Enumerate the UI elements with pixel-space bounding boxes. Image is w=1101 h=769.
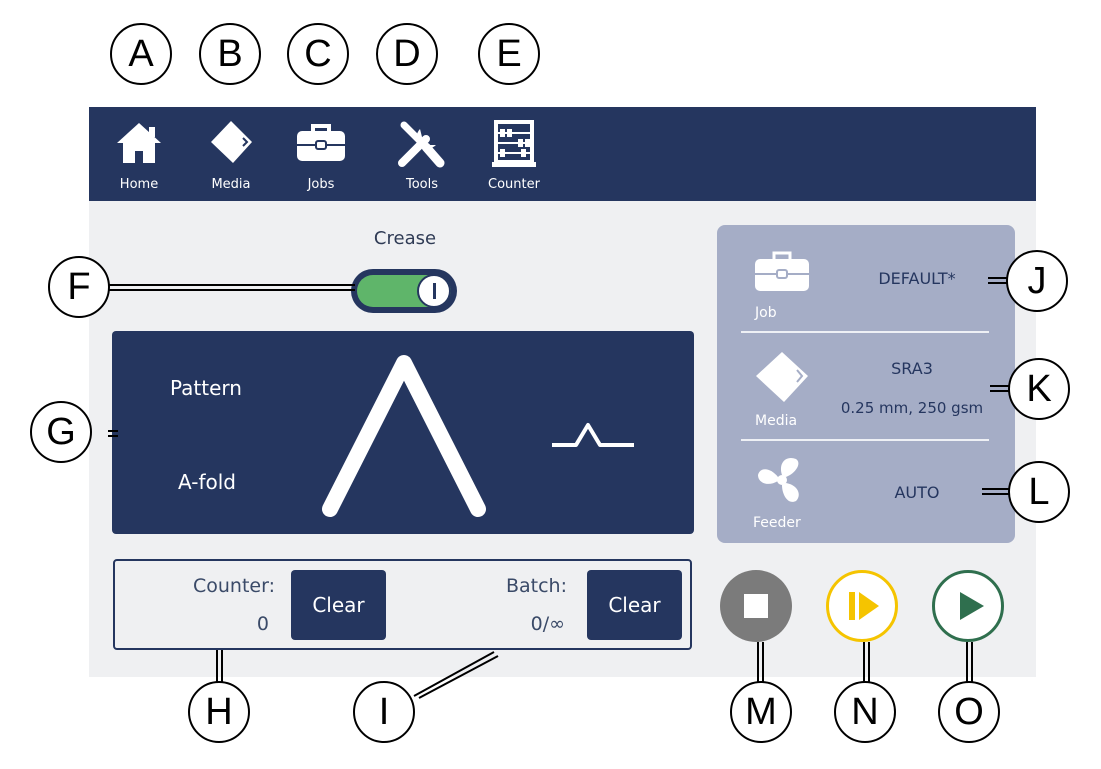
nav-jobs-label: Jobs [307, 177, 335, 192]
leader-h2 [221, 650, 223, 685]
leader-g [108, 430, 118, 432]
leader-j [988, 277, 1008, 279]
leader-l [982, 488, 1010, 490]
callout-f: F [48, 256, 110, 318]
feeder-row[interactable]: Feeder AUTO [717, 441, 1015, 543]
tools-icon [398, 121, 445, 168]
callout-k: K [1008, 358, 1070, 420]
feeder-label: Feeder [753, 515, 801, 531]
callout-a: A [110, 23, 172, 85]
callout-j: J [1006, 250, 1068, 312]
top-nav-bar: Home Media Jobs Tools Counter [89, 107, 1036, 201]
fan-icon [758, 457, 799, 502]
nav-tools[interactable]: Tools [382, 107, 462, 201]
counter-panel: Counter: 0 Clear Batch: 0/∞ Clear [113, 559, 692, 650]
home-icon [117, 123, 161, 163]
leader-n [863, 642, 865, 686]
counter-label: Counter: [193, 575, 275, 597]
leader-l2 [982, 493, 1010, 495]
leader-j2 [988, 282, 1008, 284]
leader-o2 [971, 642, 973, 686]
callout-b: B [199, 23, 261, 85]
nav-jobs[interactable]: Jobs [281, 107, 361, 201]
info-panel: Job DEFAULT* Media SRA3 0.25 mm, 250 gsm… [717, 225, 1015, 543]
callout-c: C [287, 23, 349, 85]
job-row[interactable]: Job DEFAULT* [717, 225, 1015, 331]
media-icon [211, 121, 252, 163]
batch-clear-button[interactable]: Clear [587, 570, 682, 640]
nav-media[interactable]: Media [191, 107, 271, 201]
leader-k [990, 385, 1010, 387]
crease-profile-icon [552, 423, 634, 447]
leader-k2 [990, 390, 1010, 392]
batch-value: 0/∞ [530, 613, 565, 635]
media-name: SRA3 [891, 359, 933, 378]
leader-h [216, 650, 218, 685]
briefcase-icon [755, 251, 809, 291]
leader-n2 [868, 642, 870, 686]
step-icon [849, 592, 879, 620]
briefcase-icon [297, 124, 345, 161]
leader-g2 [108, 435, 118, 437]
leader-f [108, 284, 355, 286]
nav-home-label: Home [119, 177, 159, 192]
stop-button[interactable] [720, 570, 792, 642]
leader-m [757, 642, 759, 686]
job-label: Job [755, 305, 777, 321]
play-icon [960, 592, 984, 620]
crease-toggle[interactable] [351, 269, 457, 313]
callout-o: O [938, 681, 1000, 743]
leader-i [413, 651, 499, 699]
pattern-value: A-fold [178, 470, 236, 494]
leader-m2 [762, 642, 764, 686]
callout-d: D [376, 23, 438, 85]
nav-counter-label: Counter [488, 177, 540, 192]
media-detail: 0.25 mm, 250 gsm [840, 399, 984, 417]
callout-i: I [353, 681, 415, 743]
play-button[interactable] [932, 570, 1004, 642]
callout-g: G [30, 401, 92, 463]
step-button[interactable] [826, 570, 898, 642]
nav-tools-label: Tools [405, 177, 439, 192]
stop-icon [744, 594, 768, 618]
feeder-value: AUTO [894, 483, 940, 502]
crease-toggle-knob [417, 274, 451, 308]
pattern-label: Pattern [170, 376, 242, 400]
callout-l: L [1008, 461, 1070, 523]
nav-home[interactable]: Home [99, 107, 179, 201]
counter-clear-button[interactable]: Clear [291, 570, 386, 640]
pattern-selector[interactable]: Pattern A-fold [112, 331, 694, 534]
callout-h: H [188, 681, 250, 743]
nav-counter[interactable]: Counter [474, 107, 554, 201]
job-value: DEFAULT* [878, 269, 956, 288]
media-row[interactable]: Media SRA3 0.25 mm, 250 gsm [717, 333, 1015, 439]
abacus-icon [492, 120, 536, 167]
callout-m: M [730, 681, 792, 743]
callout-n: N [834, 681, 896, 743]
leader-o [966, 642, 968, 686]
leader-f2 [108, 289, 355, 291]
batch-label: Batch: [505, 575, 567, 597]
crease-label: Crease [373, 228, 437, 249]
media-icon [756, 352, 808, 402]
callout-e: E [478, 23, 540, 85]
a-fold-diagram-icon [322, 355, 486, 517]
counter-value: 0 [256, 613, 269, 635]
nav-media-label: Media [211, 177, 251, 192]
